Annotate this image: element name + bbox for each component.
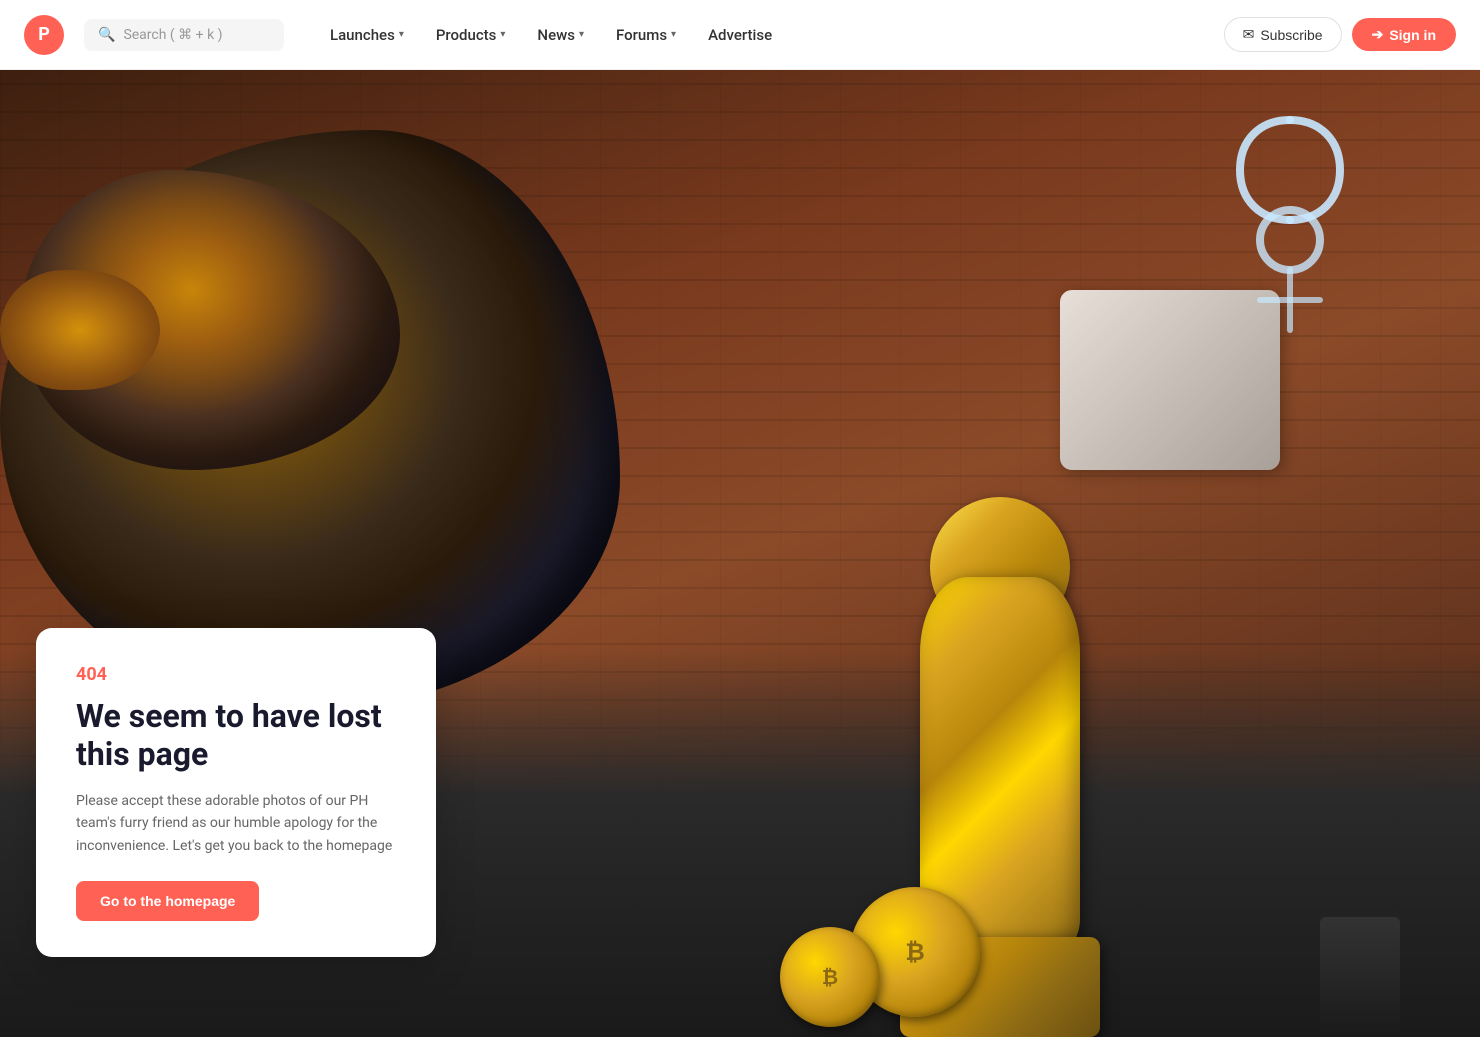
nav-menu: Launches ▾ Products ▾ News ▾ Forums ▾ Ad… xyxy=(316,18,1216,52)
error-title: We seem to have lost this page xyxy=(76,697,396,774)
nav-advertise-label: Advertise xyxy=(708,26,772,44)
chevron-down-icon: ▾ xyxy=(399,29,404,40)
navbar: P 🔍 Search ( ⌘ + k ) Launches ▾ Products… xyxy=(0,0,1480,70)
signin-icon: ➔ xyxy=(1372,26,1384,43)
nav-right: ✉ Subscribe ➔ Sign in xyxy=(1224,17,1456,52)
subscribe-button[interactable]: ✉ Subscribe xyxy=(1224,17,1342,52)
chevron-down-icon: ▾ xyxy=(579,29,584,40)
nav-item-launches[interactable]: Launches ▾ xyxy=(316,18,418,52)
signin-label: Sign in xyxy=(1389,27,1436,43)
nav-item-forums[interactable]: Forums ▾ xyxy=(602,18,690,52)
neon-lamp-base xyxy=(1320,917,1400,1037)
logo-letter: P xyxy=(38,24,50,45)
nav-news-label: News xyxy=(537,26,575,44)
subscribe-icon: ✉ xyxy=(1243,26,1255,43)
search-placeholder: Search ( ⌘ + k ) xyxy=(123,27,222,43)
search-icon: 🔍 xyxy=(98,27,115,43)
error-description: Please accept these adorable photos of o… xyxy=(76,790,396,857)
chevron-down-icon: ▾ xyxy=(500,29,505,40)
subscribe-label: Subscribe xyxy=(1260,27,1322,43)
neon-svg xyxy=(1180,100,1400,400)
dog-snout xyxy=(0,270,160,390)
search-box[interactable]: 🔍 Search ( ⌘ + k ) xyxy=(84,19,284,51)
nav-item-news[interactable]: News ▾ xyxy=(523,18,598,52)
signin-button[interactable]: ➔ Sign in xyxy=(1352,18,1456,51)
bitcoin-symbol-2: ₿ xyxy=(822,965,838,990)
logo[interactable]: P xyxy=(24,15,64,55)
go-to-homepage-button[interactable]: Go to the homepage xyxy=(76,881,259,921)
nav-item-products[interactable]: Products ▾ xyxy=(422,18,520,52)
nav-launches-label: Launches xyxy=(330,26,395,44)
error-code: 404 xyxy=(76,664,396,685)
nav-products-label: Products xyxy=(436,26,497,44)
neon-sculpture xyxy=(1180,100,1400,400)
hero-section: ₿ ₿ 404 We seem to have lost this page xyxy=(0,70,1480,1037)
bitcoin-coin-2: ₿ xyxy=(780,927,880,1027)
nav-item-advertise[interactable]: Advertise xyxy=(694,18,786,52)
error-card: 404 We seem to have lost this page Pleas… xyxy=(36,628,436,957)
nav-forums-label: Forums xyxy=(616,26,667,44)
bitcoin-symbol-1: ₿ xyxy=(905,938,925,967)
chevron-down-icon: ▾ xyxy=(671,29,676,40)
